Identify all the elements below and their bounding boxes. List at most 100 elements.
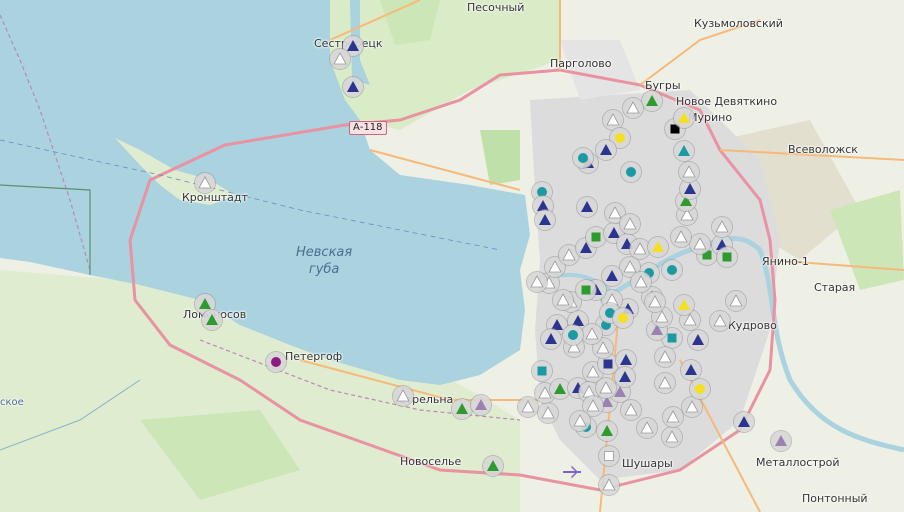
map-marker[interactable]	[553, 290, 573, 310]
map-marker[interactable]	[621, 400, 641, 420]
map-marker[interactable]	[527, 272, 547, 292]
map-marker[interactable]	[202, 310, 222, 330]
triangle-icon	[685, 364, 697, 375]
map-marker[interactable]	[717, 247, 737, 267]
square-icon	[581, 285, 591, 295]
triangle-icon	[599, 381, 613, 394]
map-marker[interactable]	[483, 456, 503, 476]
triangle-icon	[573, 414, 587, 427]
map-marker[interactable]	[563, 325, 583, 345]
map-marker[interactable]	[613, 308, 633, 328]
map-marker[interactable]	[710, 311, 730, 331]
map-marker[interactable]	[266, 352, 286, 372]
map-marker[interactable]	[471, 395, 491, 415]
circle-icon	[568, 330, 578, 340]
map-marker[interactable]	[637, 418, 657, 438]
map-marker[interactable]	[690, 379, 710, 399]
map-marker[interactable]	[688, 330, 708, 350]
triangle-icon	[456, 403, 468, 414]
map-marker[interactable]	[655, 373, 675, 393]
triangle-icon	[646, 95, 658, 106]
map-marker[interactable]	[573, 148, 593, 168]
map-marker[interactable]	[662, 427, 682, 447]
map-marker[interactable]	[630, 239, 650, 259]
square-icon	[537, 366, 547, 376]
map-marker[interactable]	[681, 360, 701, 380]
triangle-icon	[606, 270, 618, 281]
map-marker[interactable]	[679, 162, 699, 182]
map-marker[interactable]	[393, 386, 413, 406]
map-marker[interactable]	[535, 210, 555, 230]
map-marker[interactable]	[596, 140, 616, 160]
triangle-icon	[606, 113, 620, 126]
triangle-icon	[684, 183, 696, 194]
map-marker[interactable]	[674, 141, 694, 161]
square-icon	[591, 232, 601, 242]
map-marker[interactable]	[570, 411, 590, 431]
triangle-icon	[678, 112, 690, 123]
triangle-icon	[678, 299, 690, 310]
map-marker[interactable]	[655, 347, 675, 367]
map-marker[interactable]	[645, 292, 665, 312]
triangle-icon	[600, 144, 612, 155]
triangle-icon	[713, 314, 727, 327]
map-marker[interactable]	[623, 98, 643, 118]
triangle-icon	[715, 220, 729, 233]
square-icon	[667, 333, 677, 343]
place-label-kudrovo: Кудрово	[728, 319, 777, 332]
map-marker[interactable]	[663, 407, 683, 427]
map-marker[interactable]	[532, 361, 552, 381]
map-marker[interactable]	[662, 260, 682, 280]
map-marker[interactable]	[343, 77, 363, 97]
map-marker[interactable]	[541, 329, 561, 349]
map-marker[interactable]	[682, 397, 702, 417]
map-marker[interactable]	[603, 110, 623, 130]
map-marker[interactable]	[771, 431, 791, 451]
triangle-icon	[530, 275, 544, 288]
map-marker[interactable]	[726, 291, 746, 311]
map-marker[interactable]	[195, 173, 215, 193]
place-label-kuzmolovsky: Кузьмоловский	[694, 17, 783, 30]
circle-icon	[695, 384, 705, 394]
road-shield-a118: А-118	[349, 121, 387, 135]
map-marker[interactable]	[621, 162, 641, 182]
map-marker[interactable]	[599, 446, 619, 466]
map-marker[interactable]	[602, 266, 622, 286]
map-marker[interactable]	[582, 324, 602, 344]
place-label-staraya: Старая	[814, 281, 856, 294]
map-marker[interactable]	[674, 108, 694, 128]
map-marker[interactable]	[680, 179, 700, 199]
map-marker[interactable]	[599, 475, 619, 495]
map-canvas[interactable]: Песочный Кузьмоловский Сестрорецк Паргол…	[0, 0, 904, 512]
map-marker[interactable]	[671, 227, 691, 247]
triangle-icon	[608, 206, 622, 219]
map-marker[interactable]	[330, 49, 350, 69]
triangle-icon	[674, 230, 688, 243]
map-marker[interactable]	[631, 272, 651, 292]
map-marker[interactable]	[712, 217, 732, 237]
map-marker[interactable]	[615, 367, 635, 387]
place-label-yanino: Янино-1	[762, 255, 809, 268]
map-marker[interactable]	[550, 379, 570, 399]
map-marker[interactable]	[597, 421, 617, 441]
map-marker[interactable]	[577, 197, 597, 217]
triangle-icon	[666, 410, 680, 423]
map-marker[interactable]	[576, 280, 596, 300]
place-label-novoe-devyatkino: Новое Девяткино	[676, 95, 778, 108]
map-marker[interactable]	[648, 237, 668, 257]
map-marker[interactable]	[734, 412, 754, 432]
map-marker[interactable]	[586, 227, 606, 247]
map-marker[interactable]	[518, 397, 538, 417]
map-marker[interactable]	[596, 378, 616, 398]
circle-icon	[626, 167, 636, 177]
map-marker[interactable]	[642, 91, 662, 111]
triangle-icon	[545, 333, 557, 344]
triangle-icon	[347, 81, 359, 92]
map-marker[interactable]	[538, 403, 558, 423]
map-marker[interactable]	[452, 399, 472, 419]
place-label-vsevolozhsk: Всеволожск	[788, 143, 858, 156]
triangle-icon	[652, 241, 664, 252]
map-marker[interactable]	[690, 234, 710, 254]
map-marker[interactable]	[674, 295, 694, 315]
map-marker[interactable]	[620, 214, 640, 234]
